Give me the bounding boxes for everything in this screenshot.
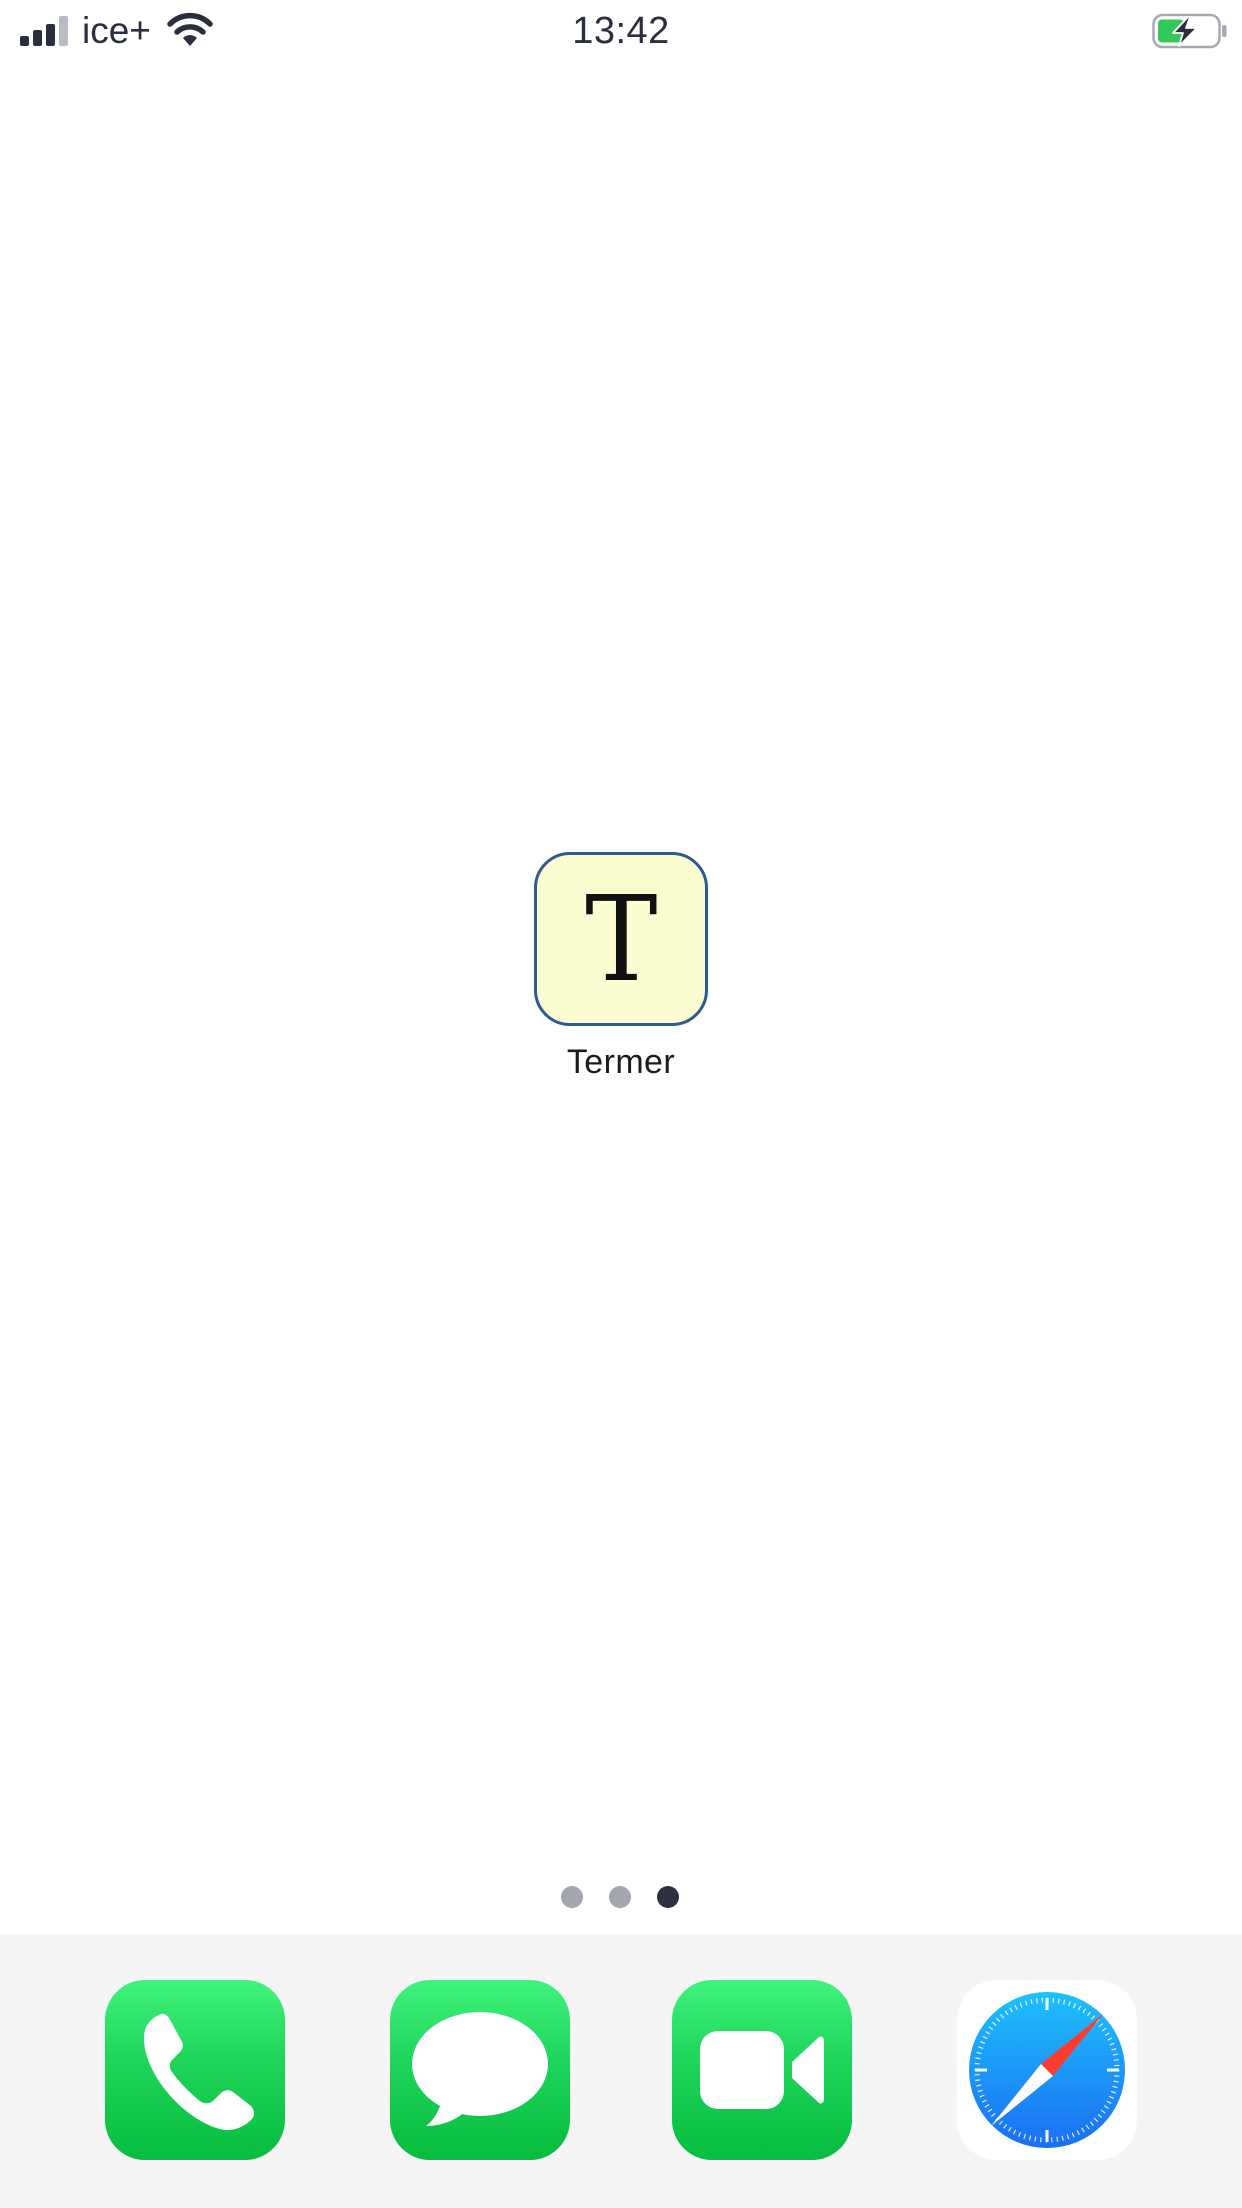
termer-app-icon[interactable]: T [534,852,708,1026]
page-dot-1[interactable] [561,1886,583,1908]
page-dot-3-active[interactable] [657,1886,679,1908]
dock [0,1934,1242,2208]
page-indicator[interactable] [561,1886,679,1908]
dock-phone-app[interactable] [105,1980,285,2160]
compass-icon [969,1992,1125,2148]
battery-charging-icon [1152,13,1227,49]
status-bar: ice+ 13:42 [0,0,1242,62]
termer-glyph: T [584,870,658,1008]
app-label: Termer [566,1043,676,1081]
app-termer[interactable]: T Termer [534,852,714,1082]
status-time: 13:42 [572,10,670,52]
dock-messages-app[interactable] [390,1980,570,2160]
message-bubble-icon [412,2012,548,2126]
dock-safari-app[interactable] [957,1980,1137,2160]
page-dot-2[interactable] [609,1886,631,1908]
dock-facetime-app[interactable] [672,1980,852,2160]
phone-icon [143,2014,254,2131]
video-camera-icon [700,2031,824,2109]
